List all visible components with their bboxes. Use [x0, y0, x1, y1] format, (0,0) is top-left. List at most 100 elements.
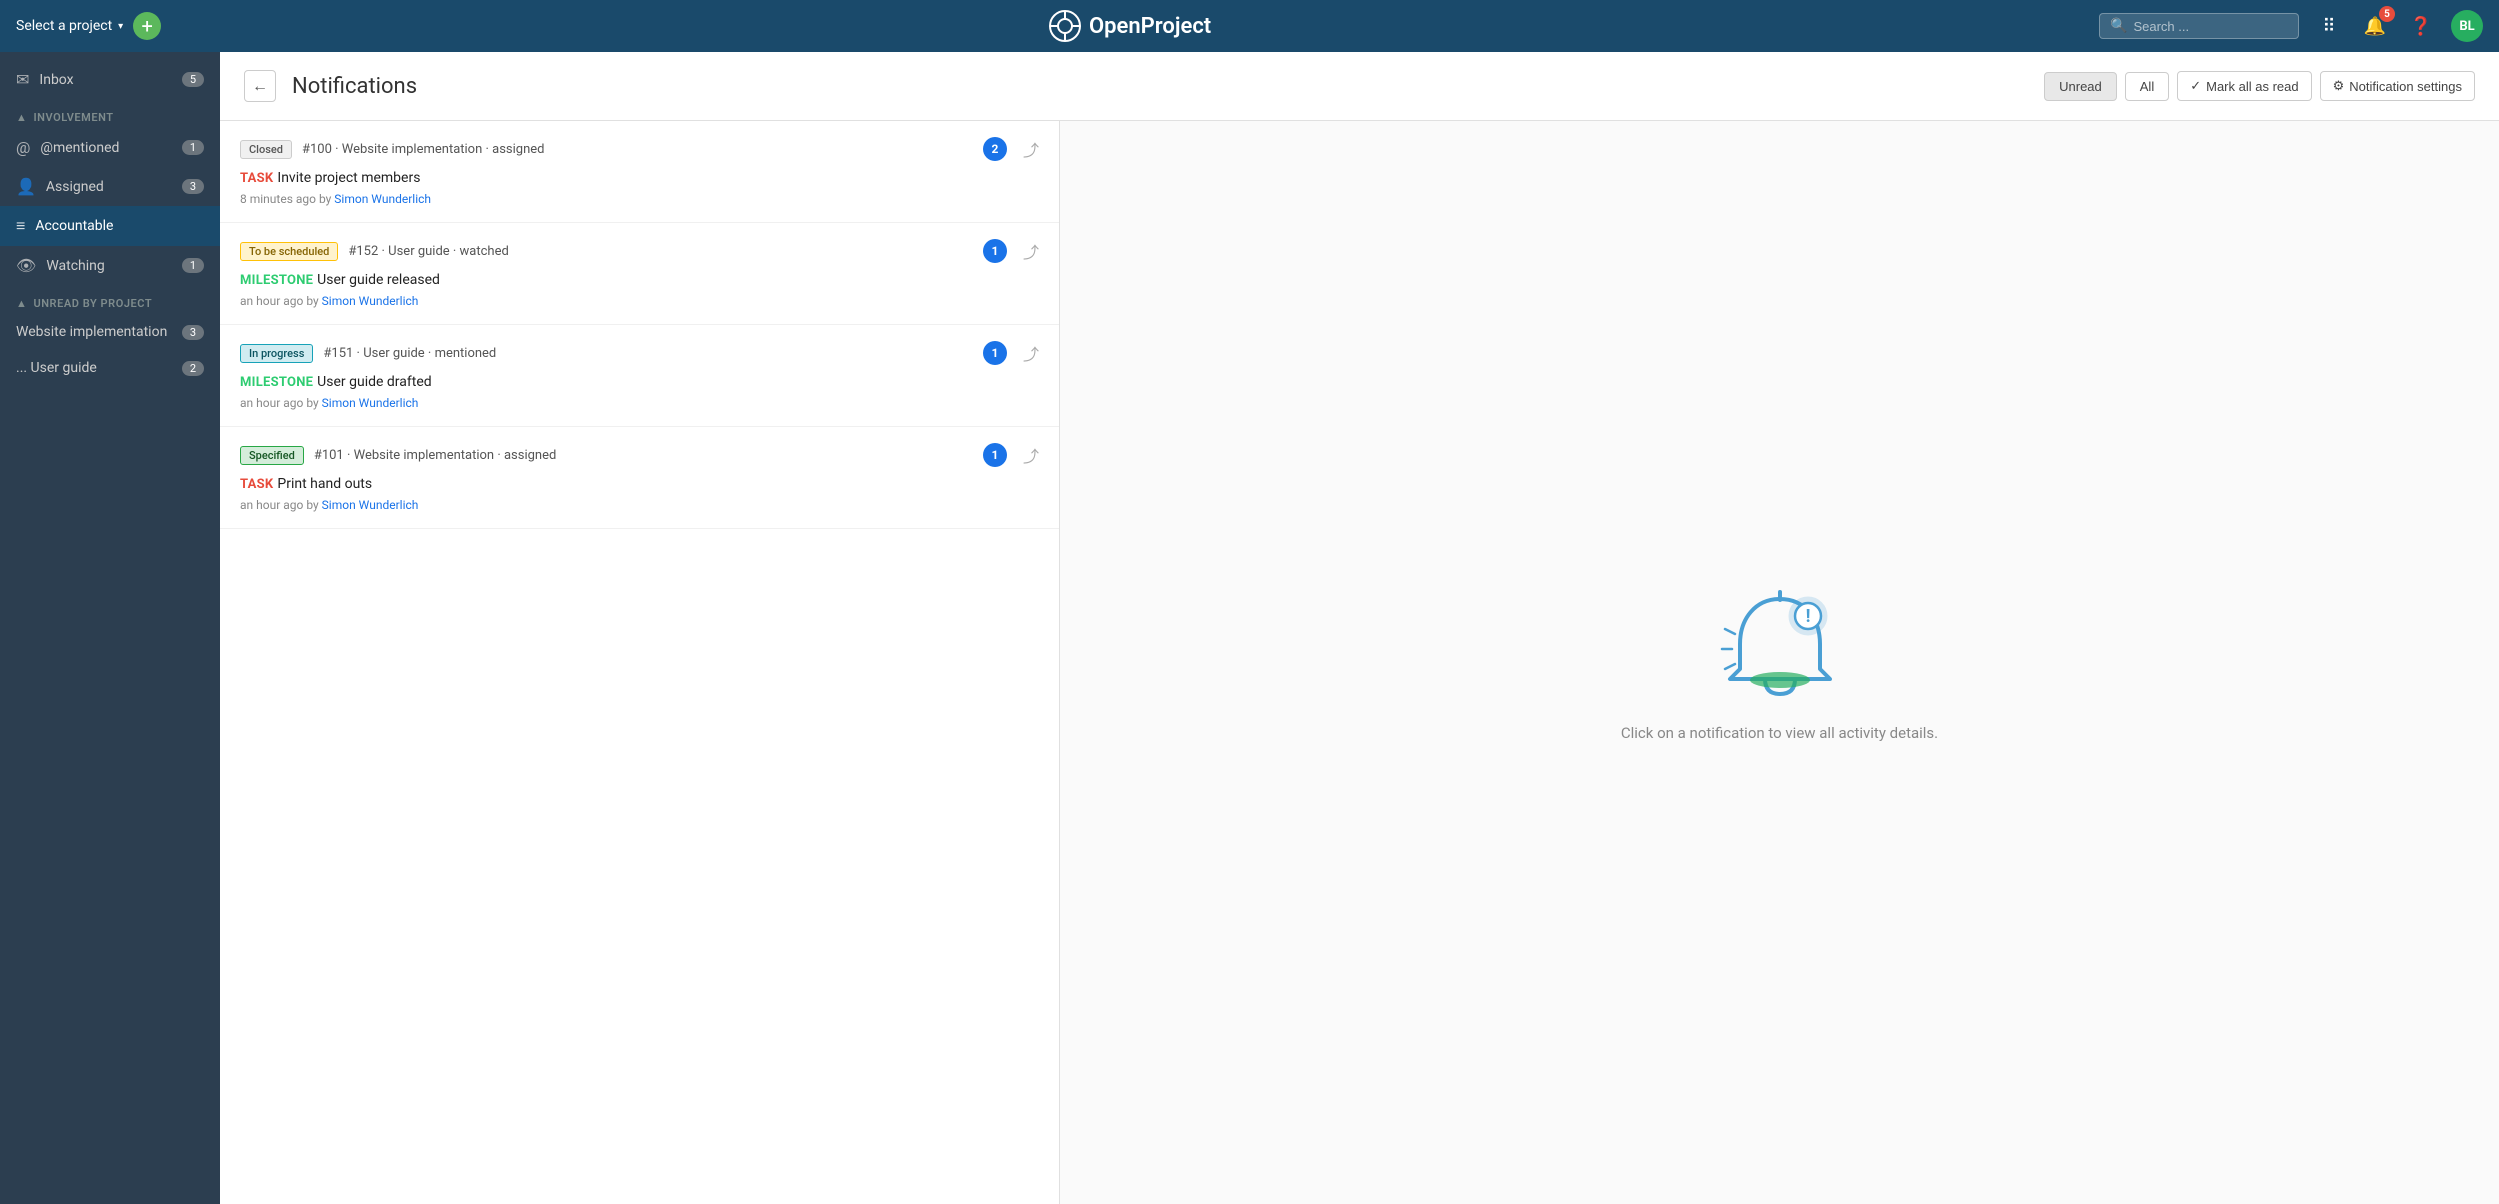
mark-all-read-button[interactable]: ✓ Mark all as read: [2177, 71, 2311, 101]
task-title-2: User guide released: [317, 272, 440, 288]
sidebar: ✉ Inbox 5 ▲ INVOLVEMENT @ @mentioned 1 👤…: [0, 52, 220, 1204]
website-label: Website implementation: [16, 324, 172, 340]
unread-filter-button[interactable]: Unread: [2044, 72, 2117, 101]
detail-pane: ! Click on a notification to view all ac…: [1060, 121, 2499, 1204]
task-title-1: Invite project members: [277, 170, 420, 186]
main-content: ← Notifications Unread All ✓ Mark all as…: [220, 52, 2499, 1204]
task-type-1: TASK: [240, 171, 273, 186]
back-button[interactable]: ←: [244, 70, 276, 102]
help-button[interactable]: ❓: [2405, 10, 2437, 42]
notif-time-1: 8 minutes ago by Simon Wunderlich: [240, 192, 1039, 206]
inbox-icon: ✉: [16, 70, 29, 89]
task-type-3: MILESTONE: [240, 375, 313, 390]
task-title-3: User guide drafted: [317, 374, 431, 390]
notification-item-1[interactable]: Closed #100 · Website implementation · a…: [220, 121, 1059, 223]
filter-group: Unread All ✓ Mark all as read ⚙ Notifica…: [2044, 71, 2475, 101]
mentioned-label: @mentioned: [40, 140, 172, 156]
chevron-up-icon: ▲: [16, 111, 27, 124]
notif-meta-4: #101 · Website implementation · assigned: [314, 448, 557, 463]
notification-item-3[interactable]: In progress #151 · User guide · mentione…: [220, 325, 1059, 427]
notif-body-1: TASK Invite project members: [240, 167, 1039, 186]
project-select-arrow: ▾: [118, 21, 123, 32]
layout: ✉ Inbox 5 ▲ INVOLVEMENT @ @mentioned 1 👤…: [0, 0, 2499, 1204]
mentioned-count: 1: [182, 140, 204, 155]
status-badge-1: Closed: [240, 140, 292, 159]
search-input[interactable]: [2133, 19, 2288, 34]
share-icon-4[interactable]: ⤴: [1023, 443, 1039, 467]
sidebar-item-mentioned[interactable]: @ @mentioned 1: [0, 128, 220, 167]
notif-count-1: 2: [983, 137, 1007, 161]
mentioned-icon: @: [16, 138, 30, 157]
involvement-section: ▲ INVOLVEMENT: [0, 99, 220, 128]
accountable-icon: ≡: [16, 216, 25, 236]
user-avatar[interactable]: BL: [2451, 10, 2483, 42]
sidebar-item-watching[interactable]: 👁 Watching 1: [0, 246, 220, 285]
top-nav: Select a project ▾ + OpenProject 🔍 ⠿ 🔔 5…: [0, 0, 2499, 52]
notif-body-4: TASK Print hand outs: [240, 473, 1039, 492]
project-select-label: Select a project: [16, 18, 112, 34]
notif-meta-2: #152 · User guide · watched: [348, 244, 508, 259]
share-icon-3[interactable]: ⤴: [1023, 341, 1039, 365]
watching-label: Watching: [46, 258, 172, 274]
unread-by-project-section: ▲ UNREAD BY PROJECT: [0, 285, 220, 314]
notification-item-2[interactable]: To be scheduled #152 · User guide · watc…: [220, 223, 1059, 325]
logo-text: OpenProject: [1089, 14, 1211, 39]
notification-badge: 5: [2379, 6, 2395, 22]
notif-item-header-4: Specified #101 · Website implementation …: [240, 443, 1039, 467]
notifications-header: ← Notifications Unread All ✓ Mark all as…: [220, 52, 2499, 121]
svg-text:!: !: [1805, 606, 1810, 627]
status-badge-4: Specified: [240, 446, 304, 465]
search-box[interactable]: 🔍: [2099, 13, 2299, 39]
help-icon: ❓: [2410, 16, 2432, 37]
sidebar-item-userguide[interactable]: ... User guide 2: [0, 350, 220, 386]
search-icon: 🔍: [2110, 18, 2127, 34]
add-project-button[interactable]: +: [133, 12, 161, 40]
assigned-count: 3: [182, 179, 204, 194]
share-icon-2[interactable]: ⤴: [1023, 239, 1039, 263]
grid-menu-button[interactable]: ⠿: [2313, 10, 2345, 42]
author-link-4[interactable]: Simon Wunderlich: [322, 498, 419, 512]
sidebar-item-inbox[interactable]: ✉ Inbox 5: [0, 60, 220, 99]
watching-icon: 👁: [16, 256, 36, 275]
sidebar-item-accountable[interactable]: ≡ Accountable: [0, 206, 220, 246]
notif-count-3: 1: [983, 341, 1007, 365]
all-filter-button[interactable]: All: [2125, 72, 2169, 101]
notif-item-header-3: In progress #151 · User guide · mentione…: [240, 341, 1039, 365]
status-badge-3: In progress: [240, 344, 313, 363]
sidebar-item-assigned[interactable]: 👤 Assigned 3: [0, 167, 220, 206]
notifications-button[interactable]: 🔔 5: [2359, 10, 2391, 42]
app-logo: OpenProject: [161, 10, 2099, 42]
back-icon: ←: [252, 76, 268, 96]
sidebar-item-website[interactable]: Website implementation 3: [0, 314, 220, 350]
author-link-2[interactable]: Simon Wunderlich: [322, 294, 419, 308]
chevron-up-icon-2: ▲: [16, 297, 27, 310]
assigned-label: Assigned: [46, 179, 172, 195]
notification-settings-button[interactable]: ⚙ Notification settings: [2320, 71, 2475, 101]
notif-time-3: an hour ago by Simon Wunderlich: [240, 396, 1039, 410]
watching-count: 1: [182, 258, 204, 273]
author-link-3[interactable]: Simon Wunderlich: [322, 396, 419, 410]
notif-time-2: an hour ago by Simon Wunderlich: [240, 294, 1039, 308]
notif-meta-3: #151 · User guide · mentioned: [323, 346, 496, 361]
project-select[interactable]: Select a project ▾: [16, 18, 123, 34]
notif-meta-1: #100 · Website implementation · assigned: [302, 142, 545, 157]
userguide-label: ... User guide: [16, 360, 172, 376]
accountable-label: Accountable: [35, 218, 204, 234]
notification-item-4[interactable]: Specified #101 · Website implementation …: [220, 427, 1059, 529]
settings-icon: ⚙: [2333, 78, 2345, 94]
inbox-count: 5: [182, 72, 204, 87]
task-type-2: MILESTONE: [240, 273, 313, 288]
share-icon-1[interactable]: ⤴: [1023, 137, 1039, 161]
assigned-icon: 👤: [16, 177, 36, 196]
status-badge-2: To be scheduled: [240, 242, 338, 261]
notif-time-4: an hour ago by Simon Wunderlich: [240, 498, 1039, 512]
page-title: Notifications: [292, 74, 2028, 99]
detail-empty-text: Click on a notification to view all acti…: [1621, 724, 1938, 742]
grid-icon: ⠿: [2322, 16, 2335, 37]
notification-list: Closed #100 · Website implementation · a…: [220, 121, 1060, 1204]
bell-illustration: !: [1720, 584, 1840, 704]
website-count: 3: [182, 325, 204, 340]
author-link-1[interactable]: Simon Wunderlich: [334, 192, 431, 206]
notif-count-4: 1: [983, 443, 1007, 467]
task-type-4: TASK: [240, 477, 273, 492]
